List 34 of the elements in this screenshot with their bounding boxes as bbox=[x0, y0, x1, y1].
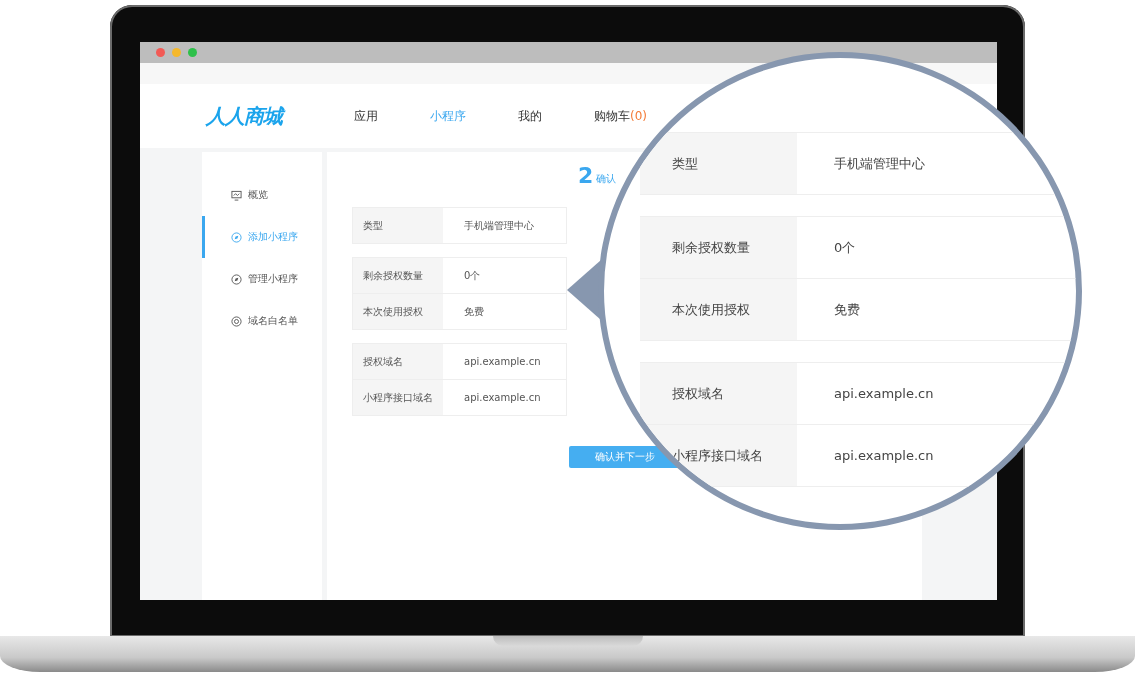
close-button[interactable] bbox=[156, 48, 165, 57]
table-label-cell: 剩余授权数量 bbox=[640, 217, 797, 278]
nav-tab[interactable]: 购物车(0) bbox=[594, 107, 647, 125]
sidebar-item[interactable]: 概览 bbox=[202, 174, 322, 216]
table-label-cell: 类型 bbox=[353, 208, 443, 243]
nav-tab[interactable]: 应用 bbox=[354, 107, 378, 125]
compass-icon bbox=[231, 273, 242, 285]
table-label-cell: 授权域名 bbox=[640, 363, 797, 424]
monitor-icon bbox=[231, 189, 242, 201]
maximize-button[interactable] bbox=[188, 48, 197, 57]
table-label-cell: 本次使用授权 bbox=[353, 294, 443, 329]
table-value-cell-text: api.example.cn bbox=[833, 385, 935, 403]
table-value-cell-text: 手机端管理中心 bbox=[463, 218, 535, 233]
table-value-cell-text: 免费 bbox=[833, 300, 861, 319]
target-icon bbox=[231, 315, 242, 327]
sidebar-item[interactable]: 管理小程序 bbox=[202, 258, 322, 300]
table-value-cell-text: 0个 bbox=[833, 238, 857, 257]
table-label-cell: 剩余授权数量 bbox=[353, 258, 443, 293]
nav-tab[interactable]: 我的 bbox=[518, 107, 542, 125]
table-value-cell-text: 0个 bbox=[463, 268, 482, 283]
table-value-cell-text: api.example.cn bbox=[463, 355, 542, 369]
table-value-cell-text: api.example.cn bbox=[463, 391, 542, 405]
step-number: 2 bbox=[578, 164, 594, 188]
table-label-cell: 授权域名 bbox=[353, 344, 443, 379]
minimize-button[interactable] bbox=[172, 48, 181, 57]
table-value-cell-text: 免费 bbox=[463, 304, 485, 319]
table-value-cell-text: 手机端管理中心 bbox=[833, 154, 926, 173]
table-label-cell: 本次使用授权 bbox=[640, 279, 797, 340]
table-label-cell: 类型 bbox=[640, 133, 797, 194]
step-label: 确认 bbox=[596, 172, 617, 186]
table-value-cell-text: api.example.cn bbox=[833, 447, 935, 465]
compass-icon bbox=[231, 231, 242, 243]
sidebar-item[interactable]: 域名白名单 bbox=[202, 300, 322, 342]
table-label-cell: 小程序接口域名 bbox=[353, 380, 443, 415]
